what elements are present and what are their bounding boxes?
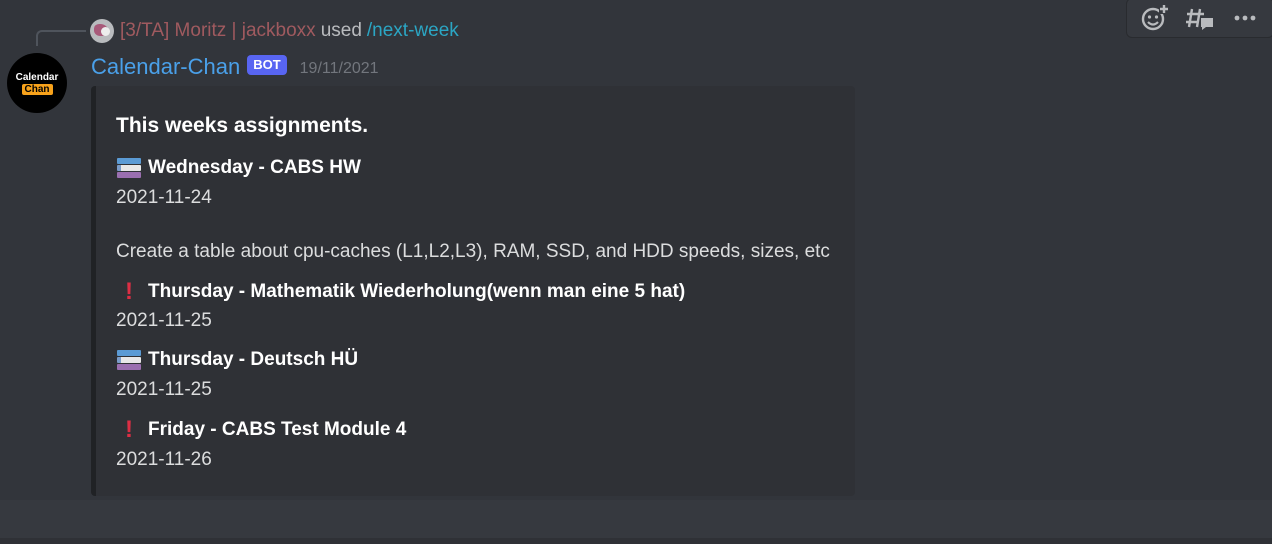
reply-used-text: used <box>320 20 362 41</box>
embed-field-value: 2021-11-25 <box>116 310 212 331</box>
avatar-text-bottom: Chan <box>21 83 53 95</box>
create-thread-button[interactable] <box>1182 2 1218 34</box>
avatar-text-top: Calendar <box>15 71 59 83</box>
embed-field-value: 2021-11-25 <box>116 379 212 400</box>
reply-avatar[interactable] <box>90 19 114 43</box>
add-reaction-button[interactable] <box>1137 2 1173 34</box>
embed: This weeks assignments. Wednesday - CABS… <box>91 86 855 496</box>
more-icon <box>1234 15 1256 21</box>
create-thread-icon <box>1185 8 1213 30</box>
field-name-text: Thursday - Mathematik Wiederholung(wenn … <box>148 281 686 302</box>
message-header: Calendar-Chan BOT 19/11/2021 <box>91 53 379 81</box>
embed-field-description: Create a table about cpu-caches (L1,L2,L… <box>116 241 830 262</box>
message-toolbar <box>1126 0 1272 38</box>
reply-username[interactable]: [3/TA] Moritz | jackboxx <box>120 20 316 42</box>
field-name-text: Friday - CABS Test Module 4 <box>148 419 407 440</box>
embed-field-value: 2021-11-26 <box>116 449 212 470</box>
field-name-text: Wednesday - CABS HW <box>148 157 361 178</box>
bot-tag: BOT <box>247 55 287 75</box>
more-options-button[interactable] <box>1227 2 1263 34</box>
embed-field-value: 2021-11-24 <box>116 187 212 208</box>
exclamation-icon: ! <box>125 416 133 443</box>
embed-field-name: ! Thursday - Mathematik Wiederholung(wen… <box>116 280 685 304</box>
embed-field-name: Thursday - Deutsch HÜ <box>116 348 358 372</box>
avatar[interactable]: Calendar Chan <box>7 53 67 113</box>
reply-spine <box>36 30 86 46</box>
timestamp[interactable]: 19/11/2021 <box>300 60 379 78</box>
add-reaction-icon <box>1142 4 1170 31</box>
username[interactable]: Calendar-Chan <box>91 54 240 80</box>
divider <box>0 538 1272 544</box>
books-icon <box>116 156 142 180</box>
field-name-text: Thursday - Deutsch HÜ <box>148 349 359 370</box>
embed-field-name: Wednesday - CABS HW <box>116 156 361 180</box>
reply-reference[interactable]: [3/TA] Moritz | jackboxx used /next-week <box>90 18 459 44</box>
embed-field-name: ! Friday - CABS Test Module 4 <box>116 418 406 442</box>
exclamation-icon: ! <box>125 278 133 305</box>
slash-command[interactable]: /next-week <box>367 20 459 42</box>
embed-title: This weeks assignments. <box>116 114 369 137</box>
books-icon <box>116 348 142 372</box>
